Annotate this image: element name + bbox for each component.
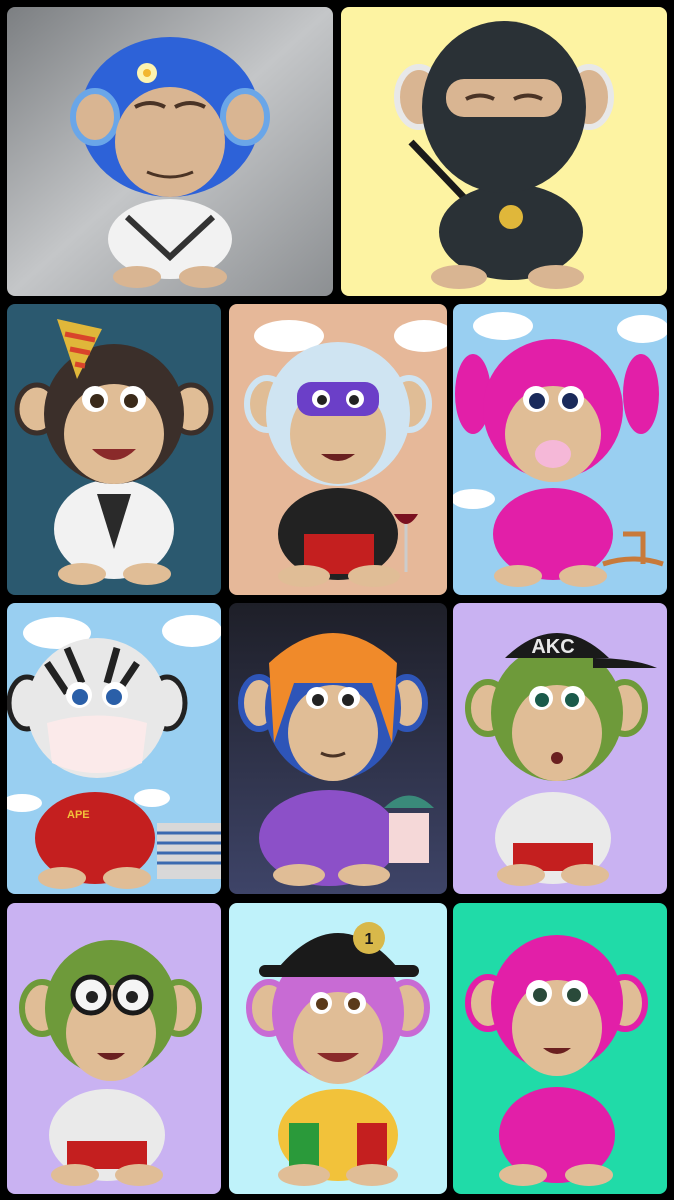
ape-portrait-pigtails [453,304,667,595]
ape-tile-2 [341,7,667,296]
ape-portrait-cap: AKC [453,603,667,894]
ape-portrait-purple-mask [229,304,447,595]
ape-tile-1 [7,7,333,296]
ape-portrait-flower-hair [7,7,333,296]
ape-tile-5 [453,304,667,595]
ape-tile-6: APE [7,603,221,894]
ape-portrait-glasses [7,903,221,1194]
ape-portrait-orange-hair [229,603,447,894]
ape-tile-4 [229,304,447,595]
ape-tile-11 [453,903,667,1194]
ape-portrait-ninja [341,7,667,296]
ape-tile-3 [7,304,221,595]
ape-portrait-pink [453,903,667,1194]
ape-tile-10: 1 [229,903,447,1194]
helmet-badge-number: 1 [365,931,374,948]
ape-portrait-zebra-mask: APE [7,603,221,894]
ape-tile-7 [229,603,447,894]
ape-tile-8: AKC [453,603,667,894]
ape-tile-9 [7,903,221,1194]
ape-portrait-fire-helmet: 1 [229,903,447,1194]
ape-portrait-party-hat [7,304,221,595]
jacket-patch-text: APE [67,809,90,821]
cap-logo-text: AKC [531,636,574,658]
